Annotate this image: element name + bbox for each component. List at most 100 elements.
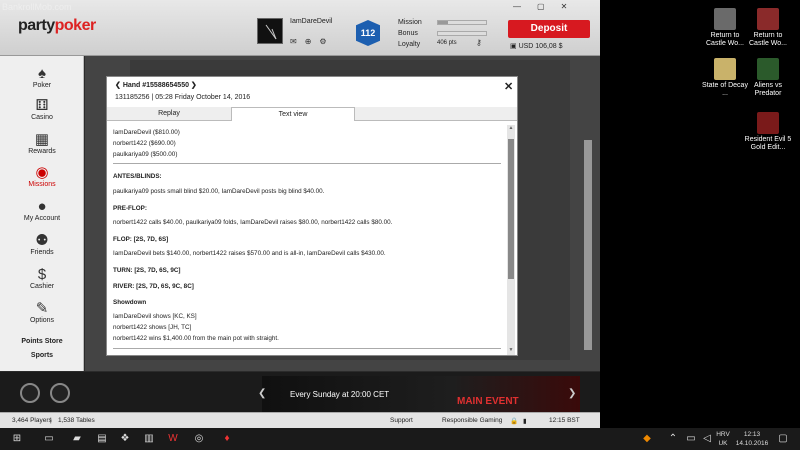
hand-title: ❮ Hand #15588654550 ❯ xyxy=(115,82,197,89)
gift-icon: ▦ xyxy=(34,131,50,148)
key-icon[interactable]: ⚷ xyxy=(476,38,482,47)
status-time: 12:15 BST xyxy=(549,417,580,424)
sidebar-item-missions[interactable]: ◉ Missions xyxy=(0,164,84,189)
action-center-icon[interactable]: ▢ xyxy=(776,432,790,446)
level-badge[interactable]: 112 xyxy=(356,20,380,46)
lock-icon: 🔒 xyxy=(510,418,519,425)
app-scrollbar[interactable] xyxy=(584,140,592,350)
mission-label: Mission xyxy=(398,19,422,26)
maximize-icon[interactable]: ▢ xyxy=(537,2,545,11)
chevron-up-icon[interactable]: ⌃ xyxy=(666,432,680,446)
account-icons: ✉ ⊕ ⚙ xyxy=(290,37,327,46)
task-view-icon[interactable]: ▭ xyxy=(42,432,56,446)
chrome-icon[interactable]: ◎ xyxy=(192,432,206,446)
taskbar: ⊞ ▭ ▰ ▤ ❖ ▥ W ◎ ♦ ◆ ⌃ ▭ ◁ HRV UK 12:13 14.… xyxy=(0,428,800,450)
promo-icon[interactable] xyxy=(50,383,70,403)
sidebar-item-my-account[interactable]: ● My Account xyxy=(0,199,84,223)
dropbox-icon[interactable]: ❖ xyxy=(118,432,132,446)
sidebar-item-cashier[interactable]: $ Cashier xyxy=(0,266,84,291)
sidebar-item-friends[interactable]: ⚉ Friends xyxy=(0,232,84,257)
sidebar-item-poker[interactable]: ♠ Poker xyxy=(0,65,84,90)
target-icon: ◉ xyxy=(35,164,49,181)
desktop-icon[interactable]: Return to Castle Wo... xyxy=(743,8,793,48)
player-count: 3,464 Players xyxy=(12,417,52,424)
sidebar-item-casino[interactable]: ⚅ Casino xyxy=(0,98,84,122)
support-link[interactable]: Support xyxy=(390,417,413,424)
hand-line: norbert1422 shows [JH, TC] xyxy=(113,324,192,331)
hand-line: paulkariya09 posts small blind $20.00, I… xyxy=(113,188,325,195)
hand-line: paulkariya09 ($500.00) xyxy=(113,151,178,158)
window-controls: — ▢ ✕ xyxy=(513,2,567,11)
tab-replay[interactable]: Replay xyxy=(109,107,229,121)
globe-icon[interactable]: ⊕ xyxy=(305,37,312,46)
start-icon[interactable]: ⊞ xyxy=(10,432,24,446)
points-store-link[interactable]: Points Store xyxy=(0,338,84,345)
mobile-app-icon[interactable] xyxy=(20,383,40,403)
game-icon xyxy=(714,8,736,30)
hand-line: RIVER: [2S, 7D, 6S, 9C, 8C] xyxy=(113,283,194,290)
scroll-thumb[interactable] xyxy=(508,139,514,279)
hand-text: IamDareDevil ($810.00) norbert1422 ($690… xyxy=(113,127,505,352)
scroll-up-icon[interactable]: ▲ xyxy=(507,125,515,131)
dialog-close-icon[interactable]: ✕ xyxy=(504,80,513,93)
mission-progress-bar xyxy=(437,20,487,25)
top-bar: partypoker IamDareDevil ✉ ⊕ ⚙ 112 Missio… xyxy=(0,0,600,56)
hand-line: FLOP: [2S, 7D, 6S] xyxy=(113,236,169,243)
party-poker-window: BankrollMob.com partypoker IamDareDevil … xyxy=(0,0,600,428)
dollar-icon: $ xyxy=(37,266,47,283)
hand-line: ANTES/BLINDS: xyxy=(113,173,162,180)
deposit-button[interactable]: Deposit xyxy=(508,20,590,38)
avatar-image xyxy=(265,24,277,40)
notification-icon[interactable]: ◆ xyxy=(640,432,654,446)
bonus-label: Bonus xyxy=(398,30,418,37)
media-icon[interactable]: ▥ xyxy=(142,432,156,446)
username: IamDareDevil xyxy=(290,18,333,25)
settings-icon[interactable]: ⚙ xyxy=(319,37,326,46)
close-icon[interactable]: ✕ xyxy=(561,2,568,11)
scroll-down-icon[interactable]: ▼ xyxy=(507,347,515,353)
banner-next-icon[interactable]: ❯ xyxy=(568,388,576,399)
hand-line: TURN: [2S, 7D, 6S, 9C] xyxy=(113,267,181,274)
dialog-scrollbar[interactable]: ▲ ▼ xyxy=(507,125,515,355)
desktop: Return to Castle Wo... Return to Castle … xyxy=(600,0,800,428)
clock[interactable]: 12:13 14.10.2016 xyxy=(734,430,770,448)
language-indicator[interactable]: HRV UK xyxy=(716,430,730,448)
mail-icon[interactable]: ✉ xyxy=(290,37,297,46)
sidebar-item-options[interactable]: ✎ Options xyxy=(0,301,84,325)
desktop-icon[interactable]: Resident Evil 5 Gold Edit... xyxy=(743,112,793,152)
friends-icon: ⚉ xyxy=(35,232,49,249)
network-icon[interactable]: ▭ xyxy=(684,432,698,446)
folder-icon[interactable]: ▰ xyxy=(70,432,84,446)
bonus-progress-bar xyxy=(437,31,487,36)
volume-icon[interactable]: ◁ xyxy=(700,432,714,446)
tab-text-view[interactable]: Text view xyxy=(231,107,355,121)
sidebar: ♠ Poker ⚅ Casino ▦ Rewards ◉ Missions ● My Ac… xyxy=(0,56,84,371)
hand-line: norbert1422 ($690.00) xyxy=(113,140,176,147)
wps-icon[interactable]: W xyxy=(166,432,180,446)
banner-prev-icon[interactable]: ❮ xyxy=(258,388,266,399)
hand-subtitle: 131185256 | 05:28 Friday October 14, 201… xyxy=(115,94,251,101)
sports-link[interactable]: Sports xyxy=(0,352,84,359)
hand-line: IamDareDevil ($810.00) xyxy=(113,129,180,136)
hand-line: IamDareDevil shows [KC, KS] xyxy=(113,313,197,320)
prev-hand-icon[interactable]: ❮ xyxy=(115,82,123,89)
next-hand-icon[interactable]: ❯ xyxy=(189,82,197,89)
promo-banner[interactable]: ❮ Every Sunday at 20:00 CET MAIN EVENT ❯ xyxy=(258,376,580,412)
game-icon xyxy=(757,58,779,80)
partypoker-icon[interactable]: ♦ xyxy=(220,432,234,446)
store-icon[interactable]: ▤ xyxy=(95,432,109,446)
desktop-icon[interactable]: Aliens vs Predator xyxy=(743,58,793,98)
game-icon xyxy=(757,8,779,30)
responsible-gaming-link[interactable]: Responsible Gaming xyxy=(442,417,502,424)
table-count: 1,538 Tables xyxy=(58,417,95,424)
banner-event-title: MAIN EVENT xyxy=(457,396,519,407)
hand-history-dialog: ❮ Hand #15588654550 ❯ 131185256 | 05:28 … xyxy=(106,76,518,356)
hand-line: PRE-FLOP: xyxy=(113,205,147,212)
separator: | xyxy=(50,417,52,424)
spade-icon: ♠ xyxy=(38,65,46,82)
avatar[interactable] xyxy=(257,18,283,44)
logo: partypoker xyxy=(18,17,96,34)
minimize-icon[interactable]: — xyxy=(513,2,521,11)
hand-line: Showdown xyxy=(113,299,147,306)
sidebar-item-rewards[interactable]: ▦ Rewards xyxy=(0,131,84,156)
